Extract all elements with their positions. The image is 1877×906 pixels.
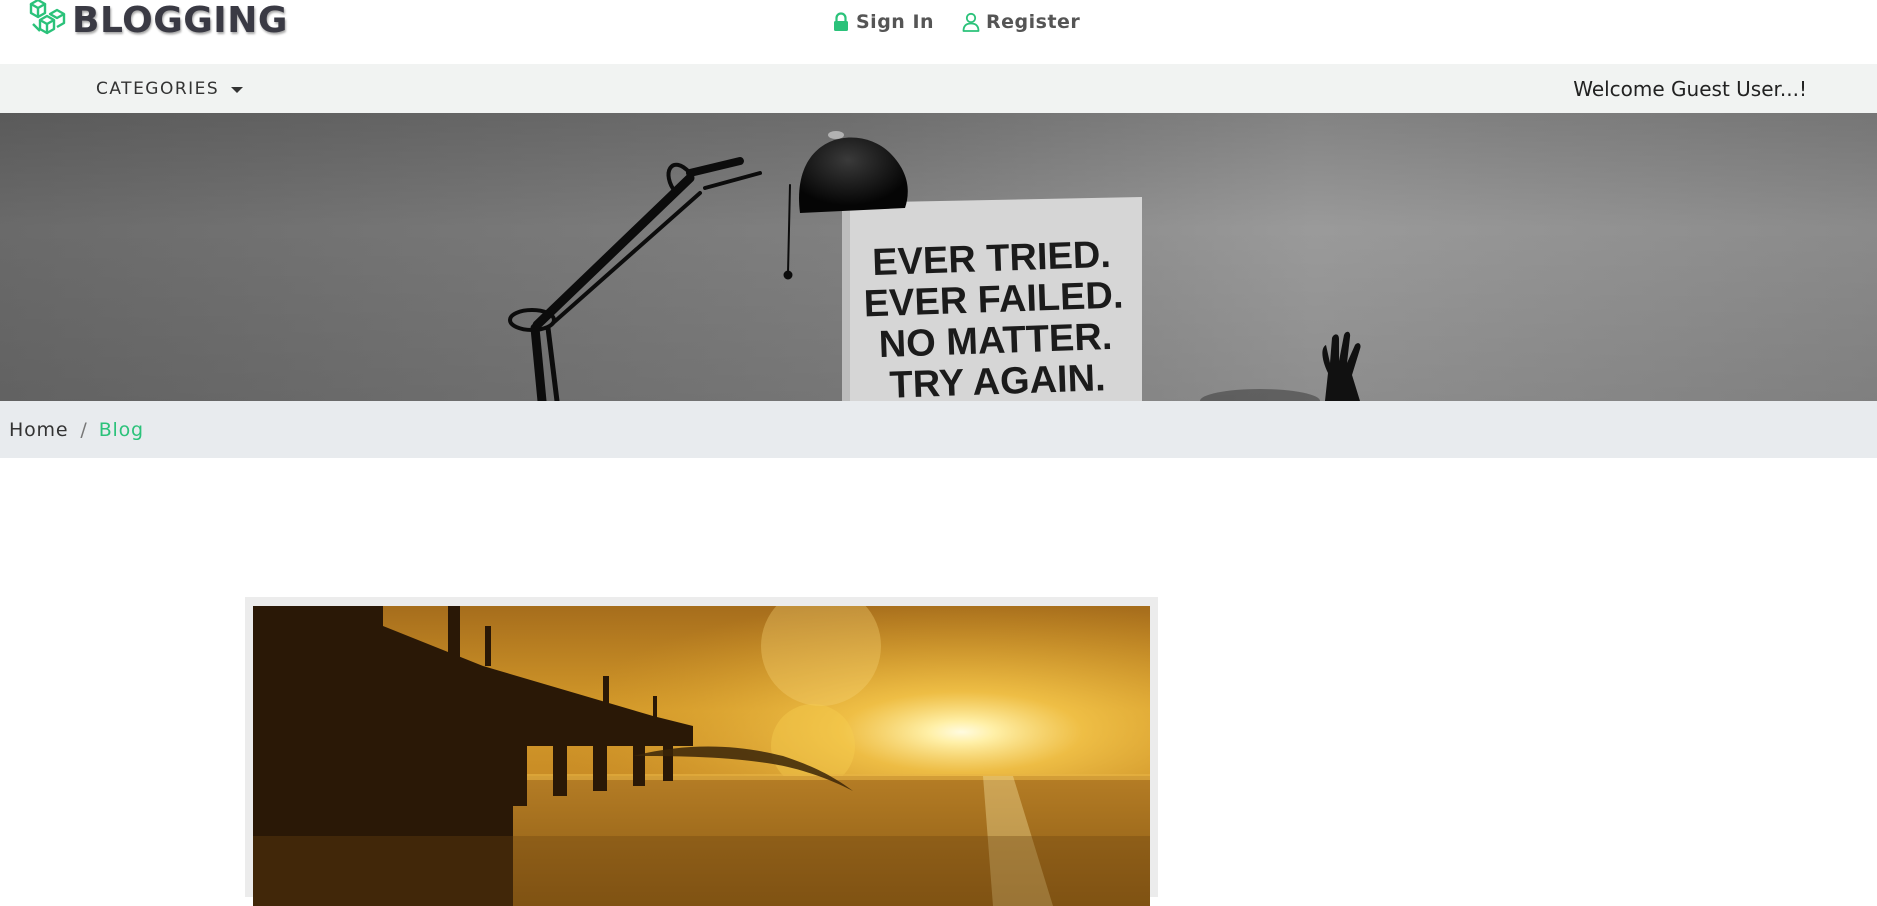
- brand-name: BLOGGING: [72, 0, 288, 41]
- sign-in-label: Sign In: [856, 11, 935, 33]
- top-header: BLOGGING Sign In Register: [0, 0, 1877, 64]
- hero-image: EVER TRIED. EVER FAILED. NO MATTER. TRY …: [0, 113, 1877, 401]
- breadcrumb-home[interactable]: Home: [9, 419, 68, 441]
- cubes-logo-icon: [29, 0, 66, 35]
- categories-label: CATEGORIES: [96, 78, 220, 99]
- blog-post-card[interactable]: [245, 597, 1158, 906]
- breadcrumb-blog: Blog: [98, 418, 144, 441]
- breadcrumb: Home / Blog: [0, 401, 1877, 458]
- sign-line-4: TRY AGAIN.: [889, 357, 1106, 401]
- hero-sign: EVER TRIED. EVER FAILED. NO MATTER. TRY …: [842, 197, 1142, 401]
- brand-logo[interactable]: BLOGGING: [28, 0, 288, 42]
- category-navbar: CATEGORIES Welcome Guest User...!: [0, 64, 1877, 113]
- post-image[interactable]: [253, 606, 1150, 906]
- caret-down-icon: [231, 86, 244, 93]
- lock-icon: [834, 12, 848, 31]
- sign-in-link[interactable]: Sign In: [832, 8, 934, 36]
- hero-banner: EVER TRIED. EVER FAILED. NO MATTER. TRY …: [0, 113, 1877, 401]
- register-link[interactable]: Register: [962, 8, 1080, 36]
- register-label: Register: [986, 11, 1081, 33]
- sunset-pier-image: [253, 606, 1150, 906]
- categories-dropdown[interactable]: CATEGORIES: [96, 64, 244, 113]
- welcome-message: Welcome Guest User...!: [1573, 76, 1807, 101]
- breadcrumb-separator: /: [80, 418, 87, 441]
- user-icon: [962, 12, 980, 32]
